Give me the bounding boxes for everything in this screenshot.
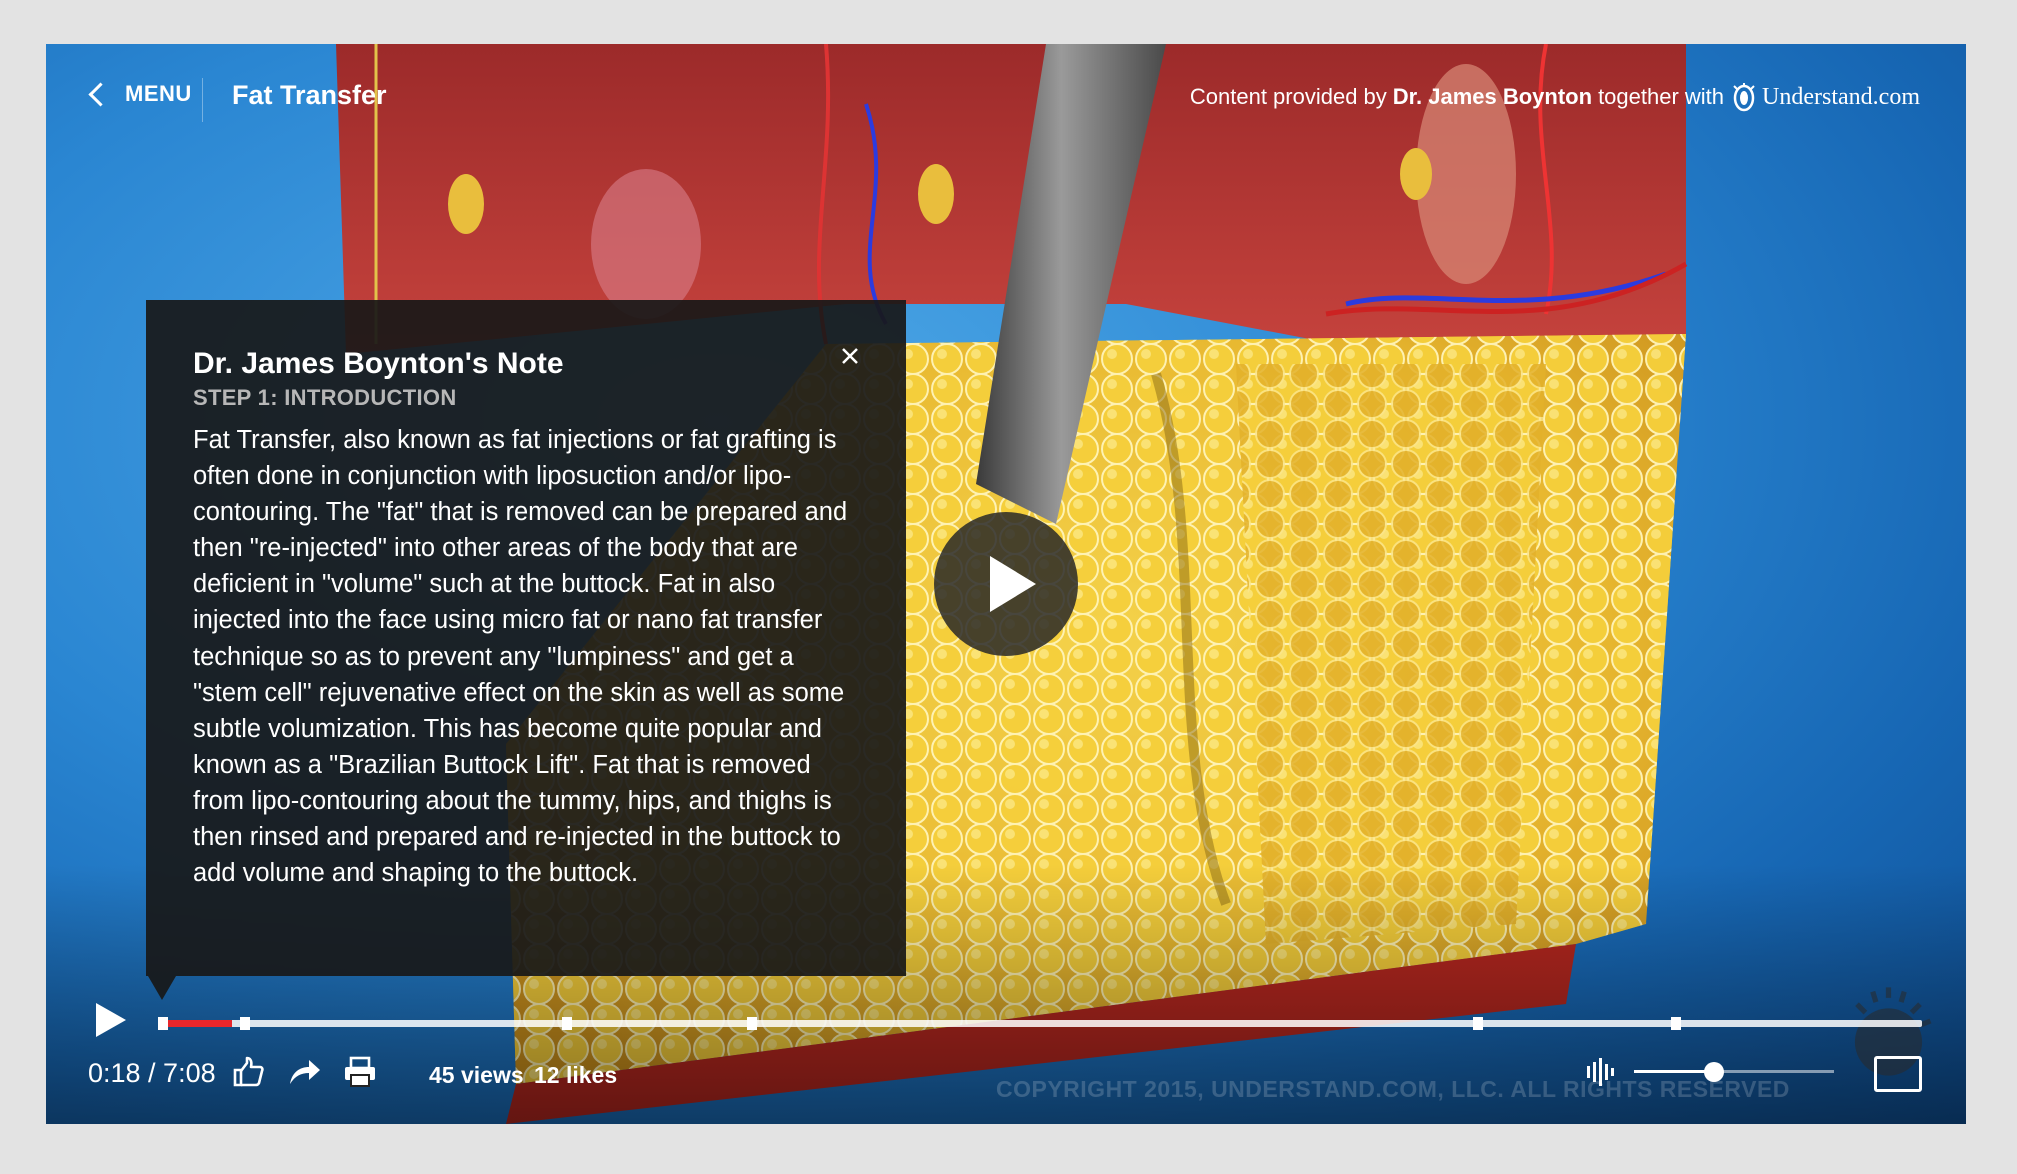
note-pointer — [148, 976, 176, 1000]
chapter-marker[interactable] — [240, 1017, 251, 1030]
note-step: STEP 1: INTRODUCTION — [193, 385, 457, 410]
volume-handle[interactable] — [1704, 1062, 1724, 1082]
volume-level — [1634, 1070, 1714, 1073]
understand-logo[interactable]: Understand.com — [1730, 82, 1920, 112]
chapter-marker[interactable] — [1670, 1017, 1681, 1030]
progress-track — [158, 1020, 1922, 1027]
play-icon — [990, 556, 1036, 612]
menu-label: MENU — [125, 81, 192, 106]
fullscreen-button[interactable] — [1874, 1056, 1922, 1092]
understand-logo-icon — [1733, 83, 1755, 112]
credit-author[interactable]: Dr. James Boynton — [1393, 84, 1592, 110]
content-credit: Content provided by Dr. James Boynton to… — [1190, 82, 1920, 112]
top-bar: MENU Fat Transfer Content provided by Dr… — [46, 44, 1966, 154]
credit-mid: together with — [1598, 84, 1725, 109]
video-player[interactable]: MENU Fat Transfer Content provided by Dr… — [46, 44, 1966, 1124]
chevron-left-icon — [88, 81, 113, 107]
close-icon[interactable] — [840, 346, 860, 366]
chapter-marker[interactable] — [561, 1017, 572, 1030]
big-play-button[interactable] — [934, 512, 1078, 656]
video-title: Fat Transfer — [232, 80, 387, 110]
title-divider — [202, 78, 203, 122]
credit-prefix: Content provided by — [1189, 84, 1387, 109]
menu-button[interactable]: MENU — [86, 76, 192, 112]
brand-name: Understand.com — [1762, 83, 1920, 110]
share-arrow-icon[interactable] — [286, 1054, 322, 1090]
audio-waveform-icon[interactable] — [1584, 1056, 1616, 1088]
printer-icon[interactable] — [342, 1054, 378, 1090]
progress-played — [158, 1020, 233, 1027]
thumbs-up-icon[interactable] — [230, 1054, 266, 1090]
chapter-marker[interactable] — [158, 1017, 168, 1030]
views-count: 45 views — [429, 1062, 524, 1088]
progress-bar[interactable] — [158, 1014, 1922, 1034]
likes-count: 12 likes — [534, 1062, 618, 1088]
note-body: Fat Transfer, also known as fat injectio… — [193, 426, 848, 888]
time-display: 0:18 / 7:08 — [88, 1058, 216, 1088]
doctor-note-panel: Dr. James Boynton's Note STEP 1: INTRODU… — [146, 300, 906, 976]
volume-slider[interactable] — [1634, 1062, 1834, 1082]
chapter-marker[interactable] — [1472, 1017, 1483, 1030]
play-icon — [96, 1003, 126, 1037]
chapter-marker[interactable] — [747, 1017, 758, 1030]
note-title: Dr. James Boynton's Note — [193, 347, 564, 380]
play-button[interactable] — [96, 1003, 130, 1041]
